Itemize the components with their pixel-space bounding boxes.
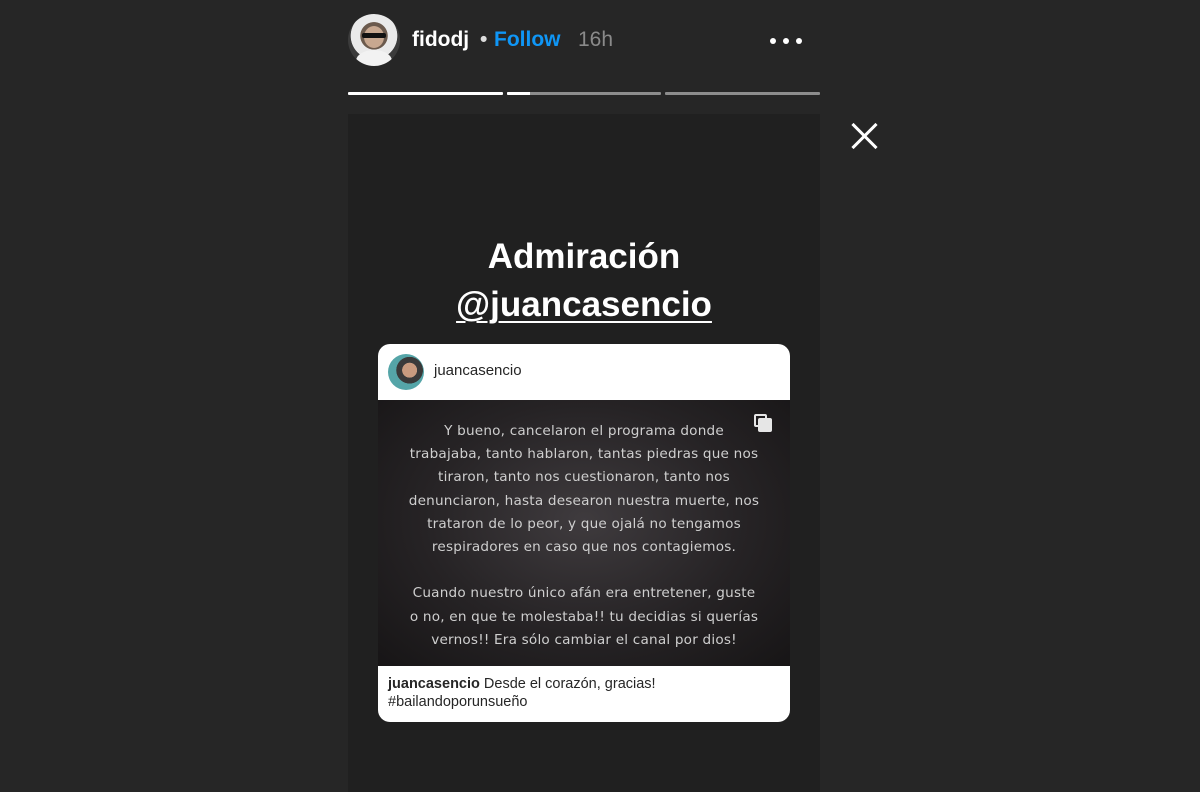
more-dot [783,38,789,44]
more-dot [770,38,776,44]
caption-hashtag: #bailandoporunsueño [388,694,528,710]
more-dot [796,38,802,44]
caption-text: Desde el corazón, gracias! [479,676,656,692]
post-image-text: Y bueno, cancelaron el programa donde tr… [408,423,760,648]
story-progress [348,92,820,95]
post-caption: juancasencio Desde el corazón, gracias! … [388,675,780,711]
close-icon[interactable] [848,119,882,153]
progress-segment-3[interactable] [665,92,820,95]
caption-username: juancasencio [388,676,480,692]
avatar-glasses [362,33,386,38]
story-title: Admiración [487,237,681,276]
story-viewer: fidodj • Follow 16h Admiración @juancase… [0,0,1200,792]
mention-sticker[interactable]: @juancasencio [348,280,820,330]
username-link[interactable]: fidodj [412,28,469,52]
user-avatar[interactable] [348,14,400,66]
story-frame[interactable]: Admiración @juancasencio juancasencio Y … [348,114,820,792]
progress-fill-2 [507,92,531,95]
post-author-avatar [388,354,424,390]
more-options-icon[interactable] [768,36,804,46]
progress-segment-1[interactable] [348,92,503,95]
progress-segment-2[interactable] [507,92,661,95]
post-time: 16h [578,28,614,51]
separator-dot: • [480,28,488,51]
post-image: Y bueno, cancelaron el programa donde tr… [378,400,790,666]
story-header: fidodj • Follow 16h [348,14,820,68]
shared-post-card[interactable]: juancasencio Y bueno, cancelaron el prog… [378,344,790,722]
post-author-name: juancasencio [434,362,522,379]
avatar-shirt [356,50,392,66]
progress-fill-1 [348,92,503,95]
post-header: juancasencio [378,344,790,400]
follow-button[interactable]: Follow [494,28,561,52]
